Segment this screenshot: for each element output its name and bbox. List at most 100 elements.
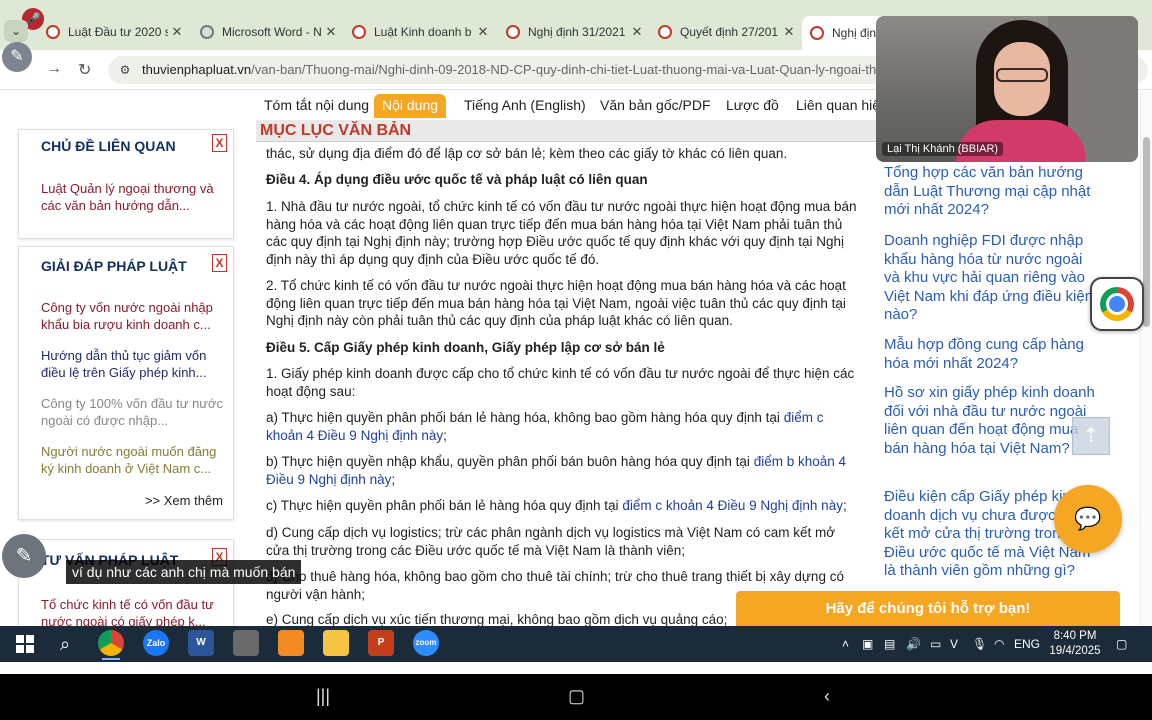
tab-close-icon[interactable]: ✕ [474, 24, 492, 40]
tab-title: Microsoft Word - N [222, 25, 322, 39]
tab-summary[interactable]: Tóm tắt nội dung [256, 94, 377, 118]
chrome-taskbar-icon[interactable] [98, 630, 124, 660]
legal-answers-box: GIẢI ĐÁP PHÁP LUẬT X Công ty vốn nước ng… [18, 246, 234, 520]
tab-close-icon[interactable]: ✕ [322, 24, 340, 40]
zalo-taskbar-icon[interactable]: Zalo [143, 630, 169, 656]
url-domain: thuvienphapluat.vn [142, 62, 252, 77]
doc-paragraph: 1. Giấy phép kinh doanh được cấp cho tổ … [266, 366, 855, 399]
support-banner[interactable]: Hãy để chúng tôi hỗ trợ bạn! [736, 591, 1120, 626]
browser-tab-5[interactable]: Quyết định 27/201 ✕ [650, 18, 798, 46]
tab-diagram[interactable]: Lược đồ [718, 94, 787, 118]
browser-tab-2[interactable]: Microsoft Word - N ✕ [192, 18, 340, 46]
tray-overflow-icon[interactable]: ˄ [842, 626, 849, 662]
see-more-link[interactable]: >> Xem thêm [145, 493, 223, 508]
related-topic-link[interactable]: Luật Quản lý ngoại thương và các văn bản… [41, 180, 227, 214]
chrome-icon[interactable] [1090, 277, 1144, 331]
system-clock[interactable]: 8:40 PM 19/4/2025 [1040, 629, 1110, 659]
related-question-link[interactable]: Hồ sơ xin giấy phép kinh doanh đối với n… [884, 384, 1099, 458]
site-info-icon[interactable]: ⚙ [116, 61, 134, 79]
annotate-pen-icon[interactable]: ✎ [2, 534, 46, 578]
screen: 🎤 ⌄ Luật Đầu tư 2020 s ✕ Microsoft Word … [0, 0, 1152, 720]
language-indicator[interactable]: ENG [1014, 626, 1040, 662]
windows-start-icon[interactable] [12, 631, 38, 657]
page-scrollbar[interactable] [1140, 91, 1152, 626]
article-4-heading: Điều 4. Áp dụng điều ước quốc tế và pháp… [266, 172, 648, 187]
doc-paragraph: thác, sử dụng địa điểm đó để lập cơ sở b… [266, 146, 788, 161]
close-box-button[interactable]: X [212, 134, 227, 152]
browser-tab-1[interactable]: Luật Đầu tư 2020 s ✕ [38, 18, 186, 46]
box-title: GIẢI ĐÁP PHÁP LUẬT [41, 258, 187, 274]
tab-title: Quyết định 27/201 [680, 25, 779, 39]
tab-content[interactable]: Nội dung [374, 94, 447, 118]
tray-app-icon[interactable]: V [950, 626, 958, 662]
clause-end: ; [443, 427, 447, 443]
tab-close-icon[interactable]: ✕ [168, 24, 186, 40]
clause-text: c) Thực hiện quyền phân phối bán lẻ hàng… [266, 498, 623, 513]
tray-app-icon[interactable]: ▣ [862, 626, 873, 662]
tab-related[interactable]: Liên quan hiệ [788, 94, 888, 118]
tab-close-icon[interactable]: ✕ [628, 24, 646, 40]
scrollbar-thumb[interactable] [1143, 137, 1150, 327]
related-question-link[interactable]: Mẫu hợp đồng cung cấp hàng hóa mới nhất … [884, 336, 1099, 373]
legal-answer-link[interactable]: Hướng dẫn thủ tục giảm vốn điều lệ trên … [41, 347, 227, 381]
paint-taskbar-icon[interactable] [233, 630, 259, 656]
doc-paragraph: 1. Nhà đầu tư nước ngoài, tổ chức kinh t… [266, 199, 857, 267]
clause-end: ; [842, 498, 847, 513]
home-icon[interactable]: ▢ [568, 686, 585, 707]
tab-english[interactable]: Tiếng Anh (English) [456, 94, 594, 118]
tab-close-icon[interactable]: ✕ [780, 24, 798, 40]
site-favicon-icon [658, 25, 672, 39]
clause-end: ; [391, 471, 396, 487]
doc-paragraph: d) Cung cấp dịch vụ logistics; trừ các p… [266, 525, 836, 558]
clause-reference-link[interactable]: điểm c khoản 4 Điều 9 Nghị định này [622, 498, 843, 513]
volume-icon[interactable]: 🔊 [906, 626, 921, 662]
file-explorer-icon[interactable] [323, 630, 349, 656]
zoom-taskbar-icon[interactable]: zoom [413, 630, 439, 656]
tab-search-button[interactable]: ⌄ [4, 20, 28, 42]
doc-paragraph: a) Thực hiện quyền phân phối bán lẻ hàng… [266, 409, 862, 444]
reload-icon[interactable]: ↻ [78, 60, 91, 80]
search-icon[interactable]: ⌕ [52, 631, 78, 657]
tray-app-icon[interactable]: ▤ [884, 626, 895, 662]
legal-consult-link[interactable]: Tổ chức kinh tế có vốn đầu tư nước ngoài… [41, 596, 227, 626]
chat-support-icon[interactable]: 💬 [1054, 485, 1122, 553]
legal-answer-link[interactable]: Công ty vốn nước ngoài nhập khẩu bia rượ… [41, 299, 227, 333]
battery-icon[interactable]: ▭ [930, 626, 941, 662]
tab-title: Nghị định 31/2021 [528, 25, 626, 39]
browser-tab-4[interactable]: Nghị định 31/2021 ✕ [498, 18, 646, 46]
subtitle-caption: ví dụ như các anh chị mà muốn bán [66, 560, 302, 584]
wifi-icon[interactable]: ◠ [994, 626, 1004, 662]
site-favicon-icon [46, 25, 60, 39]
clock-date: 19/4/2025 [1049, 645, 1101, 657]
table-of-contents-bar[interactable]: MỤC LỤC VĂN BẢN [256, 120, 876, 142]
back-to-top-button[interactable]: ⇡ [1072, 417, 1110, 455]
annotate-pen-icon[interactable]: ✎ [2, 42, 32, 72]
notifications-icon[interactable]: ▢ [1116, 626, 1127, 662]
related-question-link[interactable]: Tổng hợp các văn bản hướng dẫn Luật Thươ… [884, 164, 1099, 220]
zoom-clips-taskbar-icon[interactable] [278, 630, 304, 656]
back-icon[interactable]: ‹ [824, 686, 830, 707]
url-text: thuvienphapluat.vn/van-ban/Thuong-mai/Ng… [142, 62, 876, 77]
tab-original-pdf[interactable]: Văn bản gốc/PDF [592, 94, 719, 118]
windows-taskbar: ⌕ Zalo W P zoom ˄ ▣ ▤ 🔊 ▭ V 🎙 ◠ ENG 8:40… [0, 626, 1152, 662]
legal-answer-link[interactable]: Người nước ngoài muốn đăng ký kinh doanh… [41, 443, 227, 477]
android-navigation-bar: ||| ▢ ‹ [0, 674, 1152, 720]
video-call-thumbnail[interactable]: Lại Thị Khánh (BBIAR) [876, 16, 1138, 162]
participant-glasses [996, 68, 1048, 82]
article-5-heading: Điều 5. Cấp Giấy phép kinh doanh, Giấy p… [266, 340, 665, 355]
close-box-button[interactable]: X [212, 254, 227, 272]
powerpoint-taskbar-icon[interactable]: P [368, 630, 394, 656]
mic-tray-icon[interactable]: 🎙 [972, 626, 987, 662]
word-taskbar-icon[interactable]: W [188, 630, 214, 656]
related-question-link[interactable]: Doanh nghiệp FDI được nhập khẩu hàng hóa… [884, 232, 1099, 325]
right-sidebar: Tổng hợp các văn bản hướng dẫn Luật Thươ… [876, 91, 1152, 626]
forward-icon[interactable]: → [46, 60, 62, 78]
web-page: CHỦ ĐỀ LIÊN QUAN X Luật Quản lý ngoại th… [0, 91, 1152, 626]
site-favicon-icon [352, 25, 366, 39]
globe-icon [200, 25, 214, 39]
browser-tab-3[interactable]: Luật Kinh doanh b ✕ [344, 18, 492, 46]
url-path: /van-ban/Thuong-mai/Nghi-dinh-09-2018-ND… [251, 62, 877, 77]
doc-paragraph: b) Thực hiện quyền nhập khẩu, quyền phân… [266, 453, 862, 488]
recent-apps-icon[interactable]: ||| [316, 686, 330, 707]
legal-answer-link[interactable]: Công ty 100% vốn đầu tư nước ngoài có đư… [41, 395, 227, 429]
